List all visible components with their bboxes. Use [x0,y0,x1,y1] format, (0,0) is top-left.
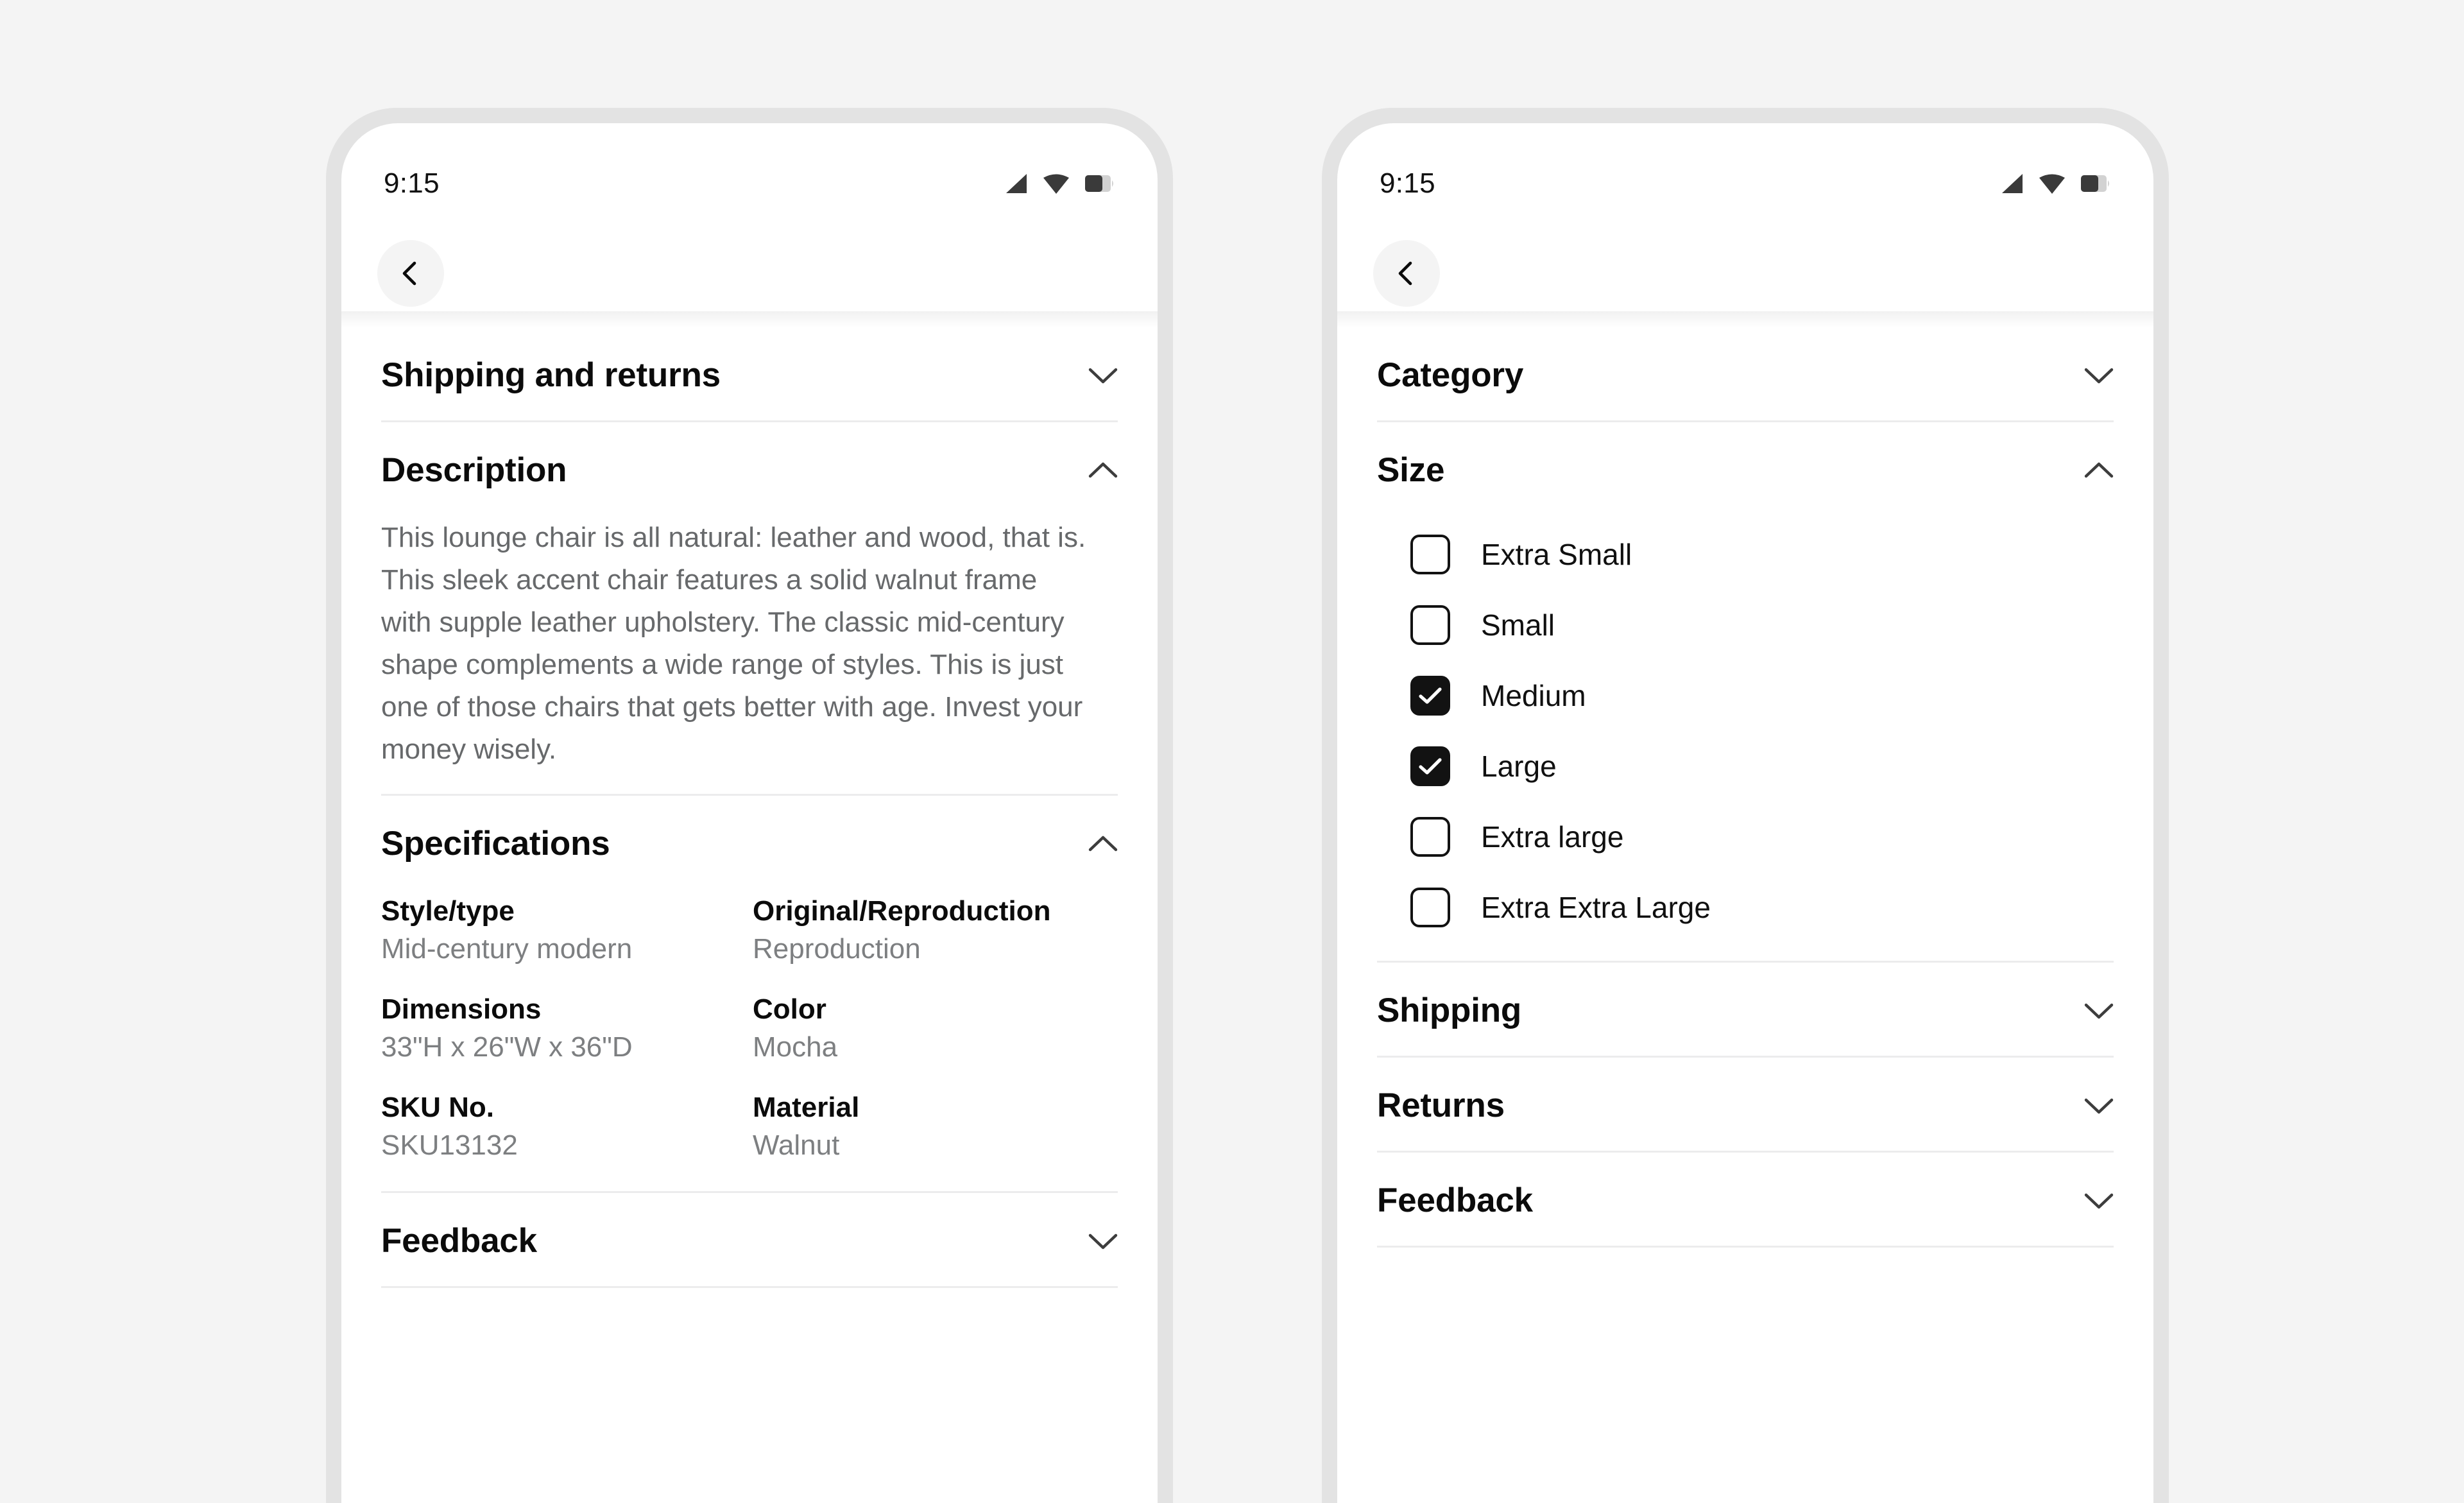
spec-value: SKU13132 [381,1129,518,1161]
size-option-medium[interactable]: Medium [1377,660,2114,731]
phone-screen: 9:15 [1337,123,2153,1503]
size-option-list: Extra Small Small Medium Large Extra lar… [1377,515,2114,961]
specifications-grid: Style/type Mid-century modern Original/R… [381,889,1118,1191]
section-category[interactable]: Category [1377,327,2114,420]
section-feedback[interactable]: Feedback [1377,1153,2114,1246]
signal-icon [2002,174,2023,193]
back-button[interactable] [377,240,444,307]
section-title: Shipping and returns [381,356,721,394]
chevron-down-icon [2084,1098,2114,1113]
size-option-large[interactable]: Large [1377,731,2114,802]
option-label: Extra large [1481,820,1624,854]
spec-label: Style/type [381,895,515,927]
phone-screen: 9:15 [341,123,1158,1503]
chevron-down-icon [2084,1003,2114,1018]
section-divider [381,1286,1118,1288]
section-title: Category [1377,356,1524,394]
spec-value: Mid-century modern [381,933,633,965]
status-bar-clock: 9:15 [1380,167,1435,199]
spec-item: Dimensions 33"H x 26"W x 36"D [381,993,746,1063]
spec-value: Reproduction [753,933,921,965]
option-label: Large [1481,750,1557,783]
checkbox-unchecked-icon[interactable] [1410,888,1450,927]
spec-item: Color Mocha [753,993,1118,1063]
spec-item: SKU No. SKU13132 [381,1092,746,1162]
section-specifications[interactable]: Specifications [381,796,1118,889]
spec-item: Style/type Mid-century modern [381,895,746,965]
section-shipping-and-returns[interactable]: Shipping and returns [381,327,1118,420]
option-label: Extra Small [1481,538,1632,571]
section-shipping[interactable]: Shipping [1377,963,2114,1056]
battery-icon [1085,175,1113,192]
section-size[interactable]: Size [1377,422,2114,515]
status-bar: 9:15 [341,123,1158,219]
chevron-down-icon [1088,368,1118,383]
status-bar-icons [1004,173,1115,194]
chevron-up-icon [1088,836,1118,851]
spec-item: Original/Reproduction Reproduction [753,895,1118,965]
product-details-content: Shipping and returns Description This lo… [341,327,1158,1288]
checkmark-icon [1419,758,1442,775]
checkbox-unchecked-icon[interactable] [1410,817,1450,857]
chevron-down-icon [2084,368,2114,383]
size-option-extra-extra-large[interactable]: Extra Extra Large [1377,872,2114,943]
checkmark-icon [1419,687,1442,704]
chevron-up-icon [1088,462,1118,477]
wifi-icon [2039,174,2065,194]
phone-mockup-product-details: 9:15 Shipping and returns Description Th… [326,108,1173,1503]
chevron-down-icon [1088,1233,1118,1249]
status-bar-icons [1999,173,2111,194]
section-title: Description [381,451,567,489]
section-title: Returns [1377,1086,1505,1124]
navigation-bar [341,219,1158,328]
checkbox-checked-icon[interactable] [1410,676,1450,716]
description-body: This lounge chair is all natural: leathe… [381,522,1086,765]
back-button[interactable] [1373,240,1440,307]
size-option-extra-small[interactable]: Extra Small [1377,519,2114,590]
navigation-bar [1337,219,2153,328]
spec-label: Original/Reproduction [753,895,1051,927]
chevron-left-icon [1398,261,1412,286]
chevron-up-icon [2084,462,2114,477]
chevron-down-icon [2084,1193,2114,1208]
section-title: Size [1377,451,1445,489]
section-title: Specifications [381,825,610,863]
spec-label: Dimensions [381,993,542,1025]
checkbox-unchecked-icon[interactable] [1410,535,1450,574]
section-title: Shipping [1377,992,1522,1029]
battery-icon [2081,175,2109,192]
option-label: Medium [1481,679,1586,712]
option-label: Extra Extra Large [1481,891,1711,924]
spec-label: Color [753,993,826,1025]
option-label: Small [1481,608,1555,642]
chevron-left-icon [402,261,416,286]
phone-mockup-filters: 9:15 Category Size Extra Small Small Med… [1322,108,2169,1503]
section-title: Feedback [1377,1181,1533,1219]
spec-value: Mocha [753,1031,838,1063]
status-bar-clock: 9:15 [384,167,440,199]
spec-label: SKU No. [381,1092,494,1123]
spec-value: 33"H x 26"W x 36"D [381,1031,633,1063]
section-description[interactable]: Description [381,422,1118,515]
spec-value: Walnut [753,1129,840,1161]
checkbox-unchecked-icon[interactable] [1410,605,1450,645]
status-bar: 9:15 [1337,123,2153,219]
screenshot-canvas: 9:15 Shipping and returns Description Th… [0,0,2464,1503]
section-feedback[interactable]: Feedback [381,1193,1118,1286]
checkbox-checked-icon[interactable] [1410,746,1450,786]
wifi-icon [1043,174,1069,194]
section-divider [1377,1246,2114,1248]
size-option-small[interactable]: Small [1377,590,2114,660]
section-title: Feedback [381,1222,537,1260]
filters-content: Category Size Extra Small Small Medium L… [1337,327,2153,1248]
spec-label: Material [753,1092,860,1123]
signal-icon [1006,174,1027,193]
spec-item: Material Walnut [753,1092,1118,1162]
section-returns[interactable]: Returns [1377,1058,2114,1151]
size-option-extra-large[interactable]: Extra large [1377,802,2114,872]
